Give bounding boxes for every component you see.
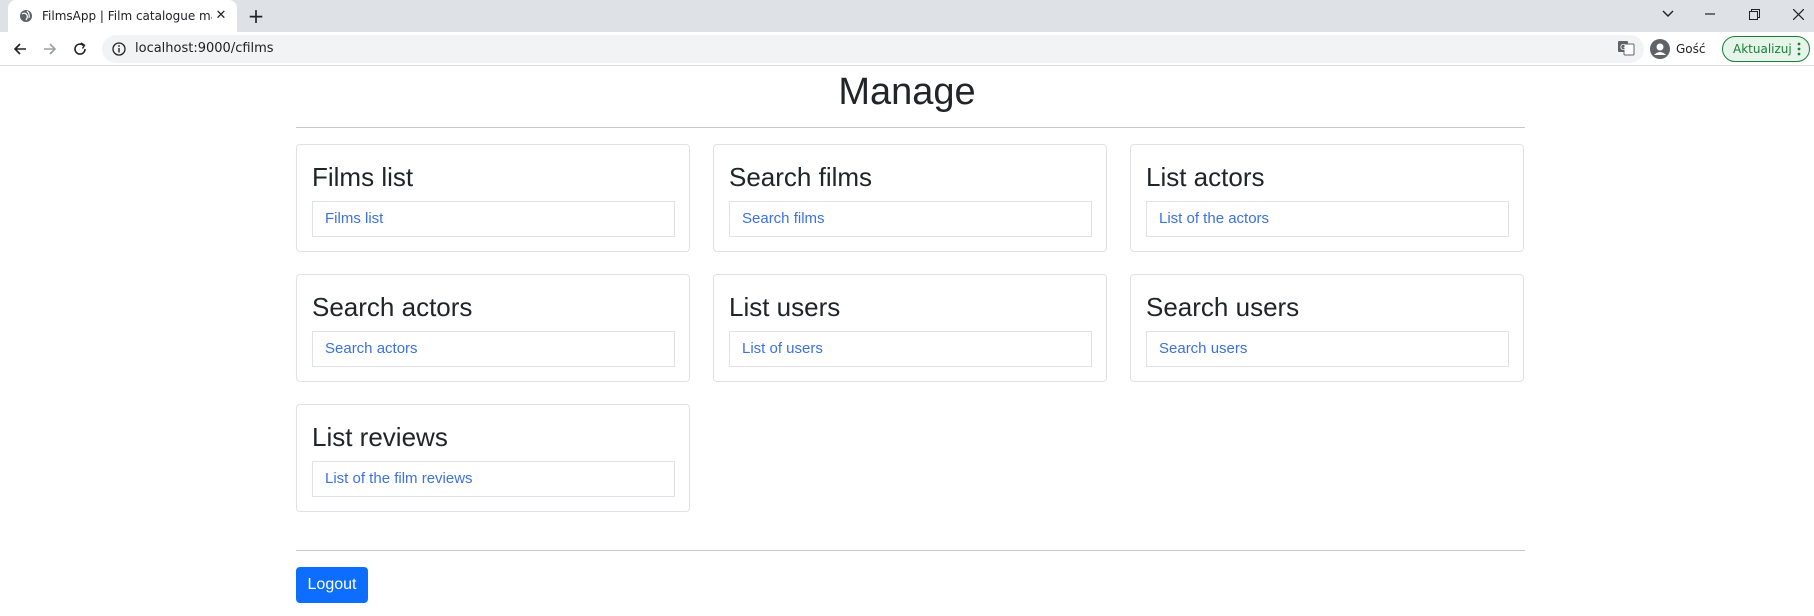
card-title: Films list xyxy=(312,162,414,192)
card-search-users: Search users Search users xyxy=(1130,274,1524,382)
card-title: List actors xyxy=(1146,162,1265,192)
logout-button[interactable]: Logout xyxy=(296,567,368,603)
search-users-link[interactable]: Search users xyxy=(1146,331,1509,367)
update-button[interactable]: Aktualizuj xyxy=(1722,36,1810,62)
update-label: Aktualizuj xyxy=(1733,42,1792,56)
more-vert-icon xyxy=(1797,42,1801,56)
globe-icon xyxy=(20,10,32,22)
arrow-left-icon xyxy=(13,43,26,55)
chevron-down-icon xyxy=(1662,10,1674,17)
reload-button[interactable] xyxy=(68,37,92,61)
divider xyxy=(296,550,1525,551)
address-bar[interactable]: localhost:9000/cfilms xyxy=(102,35,1644,63)
list-users-link[interactable]: List of users xyxy=(729,331,1092,367)
info-icon[interactable] xyxy=(112,42,126,56)
films-list-link[interactable]: Films list xyxy=(312,201,675,237)
card-search-actors: Search actors Search actors xyxy=(296,274,690,382)
card-title: List reviews xyxy=(312,422,448,452)
search-films-link[interactable]: Search films xyxy=(729,201,1092,237)
browser-tabstrip: FilmsApp | Film catalogue manag ✕ + xyxy=(0,0,1814,32)
tab-title: FilmsApp | Film catalogue manag xyxy=(42,9,212,23)
search-actors-link[interactable]: Search actors xyxy=(312,331,675,367)
restore-button[interactable] xyxy=(1732,0,1776,28)
close-window-button[interactable] xyxy=(1776,0,1814,28)
back-button[interactable] xyxy=(8,37,32,61)
close-icon xyxy=(1792,8,1804,20)
profile-button[interactable]: Gość xyxy=(1650,36,1706,62)
card-list-actors: List actors List of the actors xyxy=(1130,144,1524,252)
restore-icon xyxy=(1748,8,1760,20)
tab-search-button[interactable] xyxy=(1646,0,1690,28)
card-search-films: Search films Search films xyxy=(713,144,1107,252)
card-films-list: Films list Films list xyxy=(296,144,690,252)
arrow-right-icon xyxy=(44,43,57,55)
card-list-reviews: List reviews List of the film reviews xyxy=(296,404,690,512)
minimize-icon xyxy=(1705,13,1715,15)
avatar-icon xyxy=(1650,39,1670,59)
card-title: Search films xyxy=(729,162,873,192)
svg-text:G: G xyxy=(1620,43,1626,52)
translate-icon[interactable]: G xyxy=(1617,39,1635,57)
minimize-button[interactable] xyxy=(1688,0,1732,28)
tab-close-icon[interactable]: ✕ xyxy=(213,8,229,24)
card-list-users: List users List of users xyxy=(713,274,1107,382)
list-reviews-link[interactable]: List of the film reviews xyxy=(312,461,675,497)
card-title: Search users xyxy=(1146,292,1300,322)
browser-toolbar: localhost:9000/cfilms G Gość Aktualizuj xyxy=(0,32,1814,66)
url-text: localhost:9000/cfilms xyxy=(135,41,274,56)
card-title: Search actors xyxy=(312,292,473,322)
page-content: Manage Films list Films list Search film… xyxy=(0,67,1814,616)
forward-button[interactable] xyxy=(38,37,62,61)
profile-label: Gość xyxy=(1676,42,1706,56)
card-title: List users xyxy=(729,292,841,322)
page-title: Manage xyxy=(838,71,976,113)
reload-icon xyxy=(74,42,86,55)
browser-tab[interactable]: FilmsApp | Film catalogue manag ✕ xyxy=(8,0,237,32)
new-tab-button[interactable]: + xyxy=(244,4,268,28)
list-actors-link[interactable]: List of the actors xyxy=(1146,201,1509,237)
divider xyxy=(296,127,1525,128)
